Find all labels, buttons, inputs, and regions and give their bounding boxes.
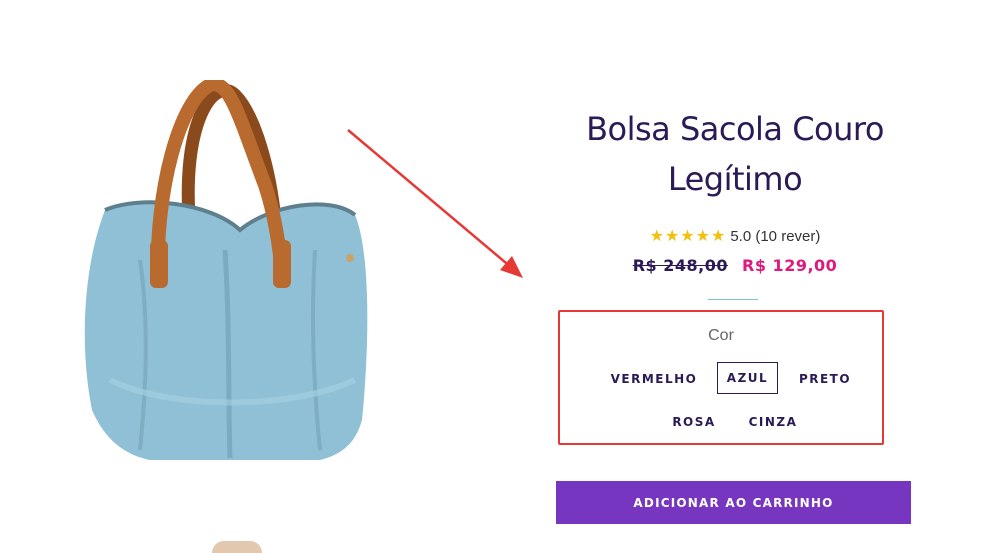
rating[interactable]: ★★★★★ 5.0 (10 rever) xyxy=(540,226,930,246)
price-block: R$ 248,00 R$ 129,00 xyxy=(540,256,930,275)
variant-option-preto[interactable]: PRETO xyxy=(792,363,858,395)
annotation-arrow xyxy=(347,129,523,278)
add-to-cart-button[interactable]: ADICIONAR AO CARRINHO xyxy=(556,481,911,524)
variant-option-azul[interactable]: AZUL xyxy=(717,362,778,394)
variant-option-rosa[interactable]: ROSA xyxy=(663,406,725,438)
star-rating-icon: ★★★★★ xyxy=(649,228,727,245)
divider xyxy=(708,299,758,300)
variant-label: Cor xyxy=(708,327,734,344)
product-title: Bolsa Sacola Couro Legítimo xyxy=(586,110,884,198)
rating-text: 5.0 (10 rever) xyxy=(730,228,821,245)
variant-option-vermelho[interactable]: VERMELHO xyxy=(606,363,702,395)
sale-price: R$ 129,00 xyxy=(742,256,838,275)
next-image-thumbnail[interactable] xyxy=(212,541,262,553)
color-variant-selector: Cor VERMELHO AZUL PRETO ROSA CINZA xyxy=(558,310,884,445)
variant-option-cinza[interactable]: CINZA xyxy=(738,406,808,438)
compare-price: R$ 248,00 xyxy=(632,256,728,275)
